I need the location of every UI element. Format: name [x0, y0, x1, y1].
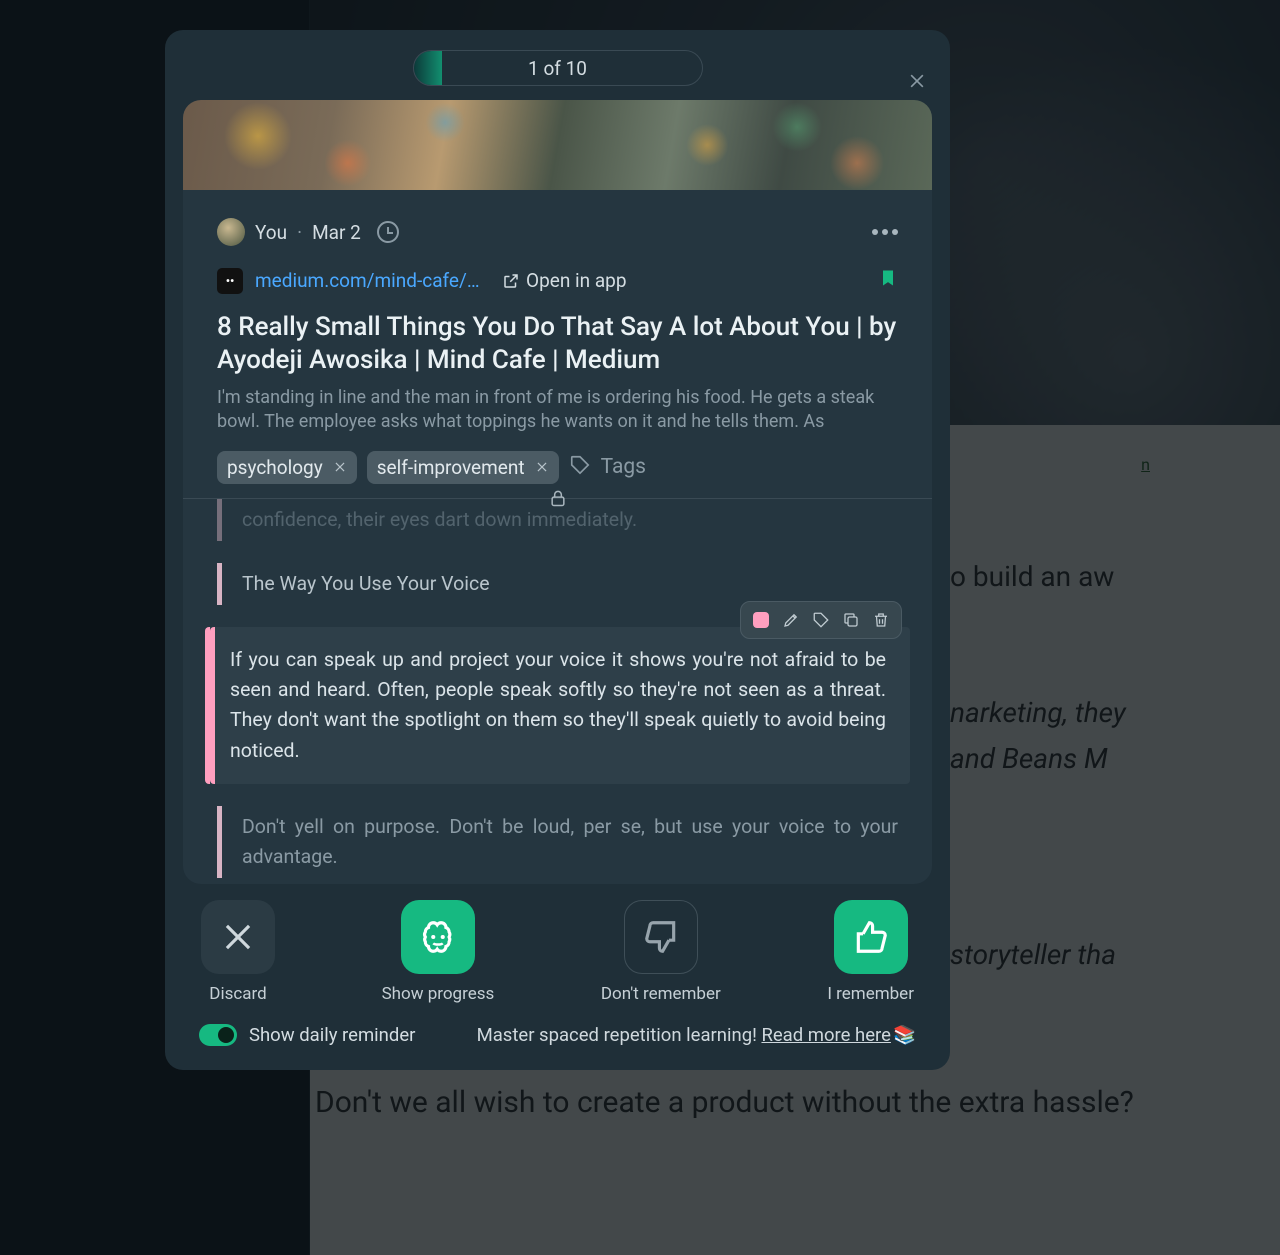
daily-reminder-toggle[interactable] [199, 1024, 237, 1046]
action-row: Discard Show progress Don't remember [183, 884, 932, 1004]
tags-row: psychology self-improvement Tags [217, 451, 898, 484]
dont-remember-button[interactable] [624, 900, 698, 974]
tag-icon [569, 454, 591, 480]
close-icon [907, 71, 927, 91]
thumbs-up-icon [852, 918, 890, 956]
read-more-link[interactable]: Read more here [761, 1024, 890, 1046]
more-menu-button[interactable] [872, 229, 898, 235]
article-title: 8 Really Small Things You Do That Say A … [217, 311, 898, 376]
color-swatch-icon [753, 612, 769, 628]
discard-button[interactable] [201, 900, 275, 974]
highlight-item[interactable]: confidence, their eyes dart down immedia… [217, 499, 898, 541]
close-button[interactable] [906, 70, 928, 92]
remove-tag-button[interactable] [333, 456, 347, 479]
date-label: Mar 2 [312, 221, 361, 244]
color-picker-button[interactable] [749, 608, 773, 632]
avatar [217, 218, 245, 246]
source-row: •• medium.com/mind-cafe/8... Open in app [217, 266, 898, 295]
tags-input[interactable]: Tags [601, 455, 646, 479]
highlights-list: confidence, their eyes dart down immedia… [217, 499, 898, 879]
open-in-app-button[interactable]: Open in app [502, 269, 627, 292]
progress-label: 1 of 10 [414, 51, 702, 85]
pencil-icon [782, 611, 800, 629]
daily-reminder-label: Show daily reminder [249, 1024, 415, 1046]
show-progress-button[interactable] [401, 900, 475, 974]
highlight-item-current[interactable]: If you can speak up and project your voi… [205, 627, 910, 784]
delete-button[interactable] [869, 608, 893, 632]
external-link-icon [502, 272, 520, 290]
source-link[interactable]: medium.com/mind-cafe/8... [255, 269, 490, 292]
highlight-card: You · Mar 2 •• medium.com/mind-cafe/8...… [183, 100, 932, 884]
copy-button[interactable] [839, 608, 863, 632]
tag-button[interactable] [809, 608, 833, 632]
favicon: •• [217, 268, 243, 294]
article-excerpt: I'm standing in line and the man in fron… [217, 386, 898, 435]
tag-chip[interactable]: self-improvement [367, 451, 559, 484]
remember-label: I remember [827, 984, 914, 1004]
x-icon [219, 918, 257, 956]
tag-icon [812, 611, 830, 629]
highlight-item[interactable]: Don't yell on purpose. Don't be loud, pe… [217, 806, 898, 878]
review-modal: 1 of 10 You · Mar 2 •• medium.com/mind-c… [165, 30, 950, 1070]
author-label: You [255, 221, 287, 244]
bookmark-button[interactable] [878, 266, 898, 295]
copy-icon [842, 611, 860, 629]
books-emoji-icon: 📚 [893, 1024, 916, 1046]
edit-button[interactable] [779, 608, 803, 632]
progress-bar: 1 of 10 [413, 50, 703, 86]
modal-footer: Show daily reminder Master spaced repeti… [183, 1004, 932, 1052]
promo-text: Master spaced repetition learning! [477, 1024, 762, 1046]
remember-button[interactable] [834, 900, 908, 974]
bookmark-icon [878, 266, 898, 290]
dont-remember-label: Don't remember [601, 984, 721, 1004]
highlight-toolbar [740, 601, 902, 639]
card-meta: You · Mar 2 [217, 218, 898, 246]
tag-chip[interactable]: psychology [217, 451, 357, 484]
thumbs-down-icon [642, 918, 680, 956]
clock-icon [377, 221, 399, 243]
remove-tag-button[interactable] [535, 456, 549, 479]
show-progress-label: Show progress [382, 984, 495, 1004]
card-hero-image [183, 100, 932, 190]
brain-icon [419, 918, 457, 956]
trash-icon [872, 611, 890, 629]
highlight-item[interactable]: The Way You Use Your Voice [217, 563, 898, 605]
discard-label: Discard [209, 984, 266, 1004]
